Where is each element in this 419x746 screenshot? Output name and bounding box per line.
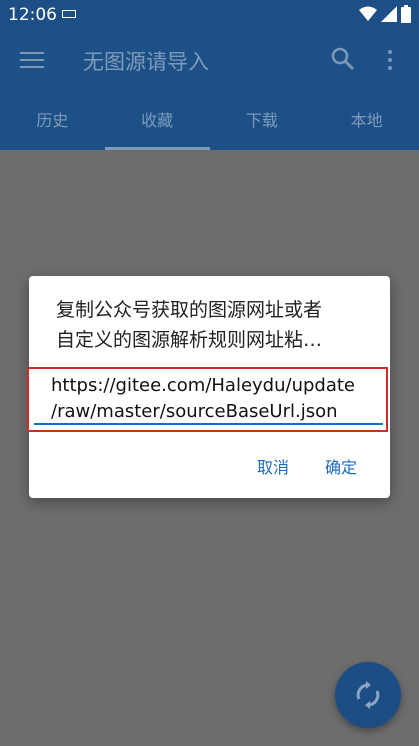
tab-downloads[interactable]: 下载 xyxy=(210,92,315,150)
page-title: 无图源请导入 xyxy=(83,50,209,74)
menu-icon[interactable] xyxy=(20,52,44,70)
battery-icon xyxy=(401,5,411,23)
tab-favorites[interactable]: 收藏 xyxy=(104,92,210,150)
status-bar: 12:06 xyxy=(0,0,419,30)
input-underline xyxy=(34,423,383,425)
url-input-field[interactable]: https://gitee.com/Haleydu/update /raw/ma… xyxy=(27,367,388,432)
url-input-line1: https://gitee.com/Haleydu/update xyxy=(51,375,355,396)
import-source-dialog: 复制公众号获取的图源网址或者 自定义的图源解析规则网址粘… https://gi… xyxy=(27,276,390,498)
confirm-button[interactable]: 确定 xyxy=(325,454,357,478)
more-options-icon[interactable] xyxy=(388,50,394,74)
app-bar: 无图源请导入 xyxy=(0,30,419,92)
tab-local[interactable]: 本地 xyxy=(314,92,419,150)
wifi-icon xyxy=(359,6,377,21)
sync-icon xyxy=(356,681,380,709)
signal-icon xyxy=(381,6,397,22)
status-icons xyxy=(359,5,411,23)
dialog-message-line1: 复制公众号获取的图源网址或者 xyxy=(56,299,323,321)
url-input-value[interactable]: https://gitee.com/Haleydu/update /raw/ma… xyxy=(51,373,381,425)
tab-bar: 历史 收藏 下载 本地 xyxy=(0,92,419,150)
dialog-message: 复制公众号获取的图源网址或者 自定义的图源解析规则网址粘… xyxy=(56,295,361,355)
dialog-actions: 取消 确定 xyxy=(257,454,357,478)
status-time: 12:06 xyxy=(8,5,57,25)
cancel-button[interactable]: 取消 xyxy=(257,454,289,478)
search-icon[interactable] xyxy=(330,46,356,72)
refresh-fab[interactable] xyxy=(335,662,401,728)
keyboard-icon xyxy=(62,10,76,18)
dialog-message-line2: 自定义的图源解析规则网址粘… xyxy=(56,329,323,351)
tab-history[interactable]: 历史 xyxy=(0,92,105,150)
url-input-line2: /raw/master/sourceBaseUrl.json xyxy=(51,401,338,422)
